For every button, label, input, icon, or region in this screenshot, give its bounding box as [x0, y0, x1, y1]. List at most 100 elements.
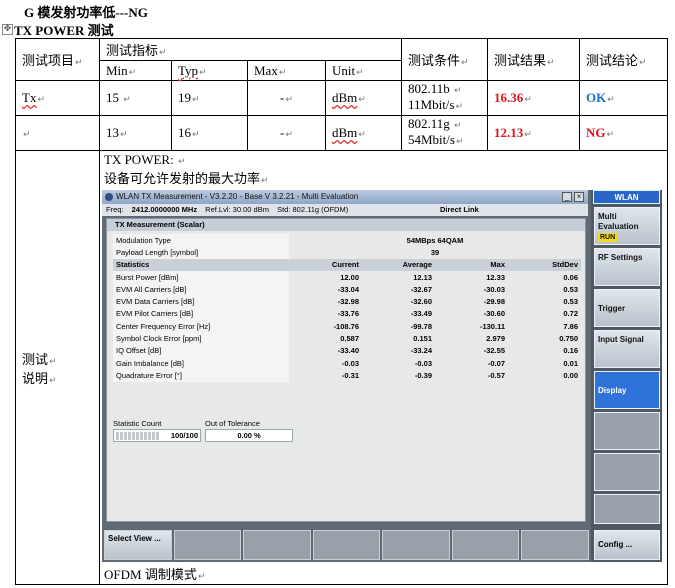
cell-unit: dBm↵ [325, 80, 402, 116]
minimize-icon[interactable]: _ [562, 192, 572, 202]
progress-segment [148, 431, 151, 440]
input-signal-button[interactable]: Input Signal [594, 330, 660, 368]
measurement-label: Quadrature Error [°] [113, 369, 289, 382]
panel-title: TX Measurement (Scalar) [107, 219, 585, 231]
header-unit: Unit↵ [325, 60, 402, 81]
note-line-2: 设备可允许发射的最大功率↵ [104, 171, 269, 186]
blank-softkey[interactable] [521, 530, 590, 560]
display-button[interactable]: Display [594, 371, 660, 409]
cell-min: 13↵ [99, 115, 172, 151]
blank-softkey[interactable] [451, 530, 520, 560]
blank-softkey[interactable] [594, 412, 660, 450]
progress-segment [132, 431, 135, 440]
test-table: 测试项目↵ 测试指标↵ 测试条件↵ 测试结果↵ 测试结论↵ Min↵ Typ↵ … [15, 38, 668, 585]
measurement-row: EVM Pilot Carriers [dB] -33.76 -33.49 -30.6… [113, 307, 581, 321]
measurement-value: 0.72 [563, 309, 578, 319]
blank-softkey[interactable] [243, 530, 311, 560]
progress-segment [144, 431, 147, 440]
blank-softkey[interactable] [173, 530, 242, 560]
trigger-button[interactable]: Trigger [594, 289, 660, 327]
cell-item: ↵ [15, 115, 100, 151]
measurement-row: Symbol Clock Error [ppm] 0.587 0.151 2.979 0… [113, 332, 581, 345]
cell-condition: 802.11g ↵ 54Mbit/s↵ [401, 115, 488, 151]
measurement-value: -32.55 [483, 346, 505, 356]
standard: Std: 802.11g (OFDM) [277, 205, 349, 214]
cell-result: 12.13↵ [487, 115, 580, 151]
measurement-value: 7.86 [563, 321, 578, 331]
document-title: G 模发射功率低---NG [24, 5, 148, 20]
measurement-label: Symbol Clock Error [ppm] [113, 332, 289, 345]
cell-condition: 802.11b ↵ 11Mbit/s↵ [401, 80, 488, 116]
status-bar: Freq: 2412.0000000 MHz Ref.Lvl: 30.00 dB… [102, 204, 588, 216]
table-row: ↵ 13↵ 16↵ -↵ dBm↵ 802.11g ↵ 54Mbit/s↵ 12.… [15, 115, 668, 151]
statistic-count-label: Statistic Count [113, 419, 162, 428]
measurement-value: 0.151 [413, 334, 432, 344]
header-test-spec: 测试指标↵ [99, 38, 402, 61]
measurement-value: -108.76 [333, 321, 359, 331]
measurement-row: Center Frequency Error [Hz] -108.76 -99.78… [113, 320, 581, 333]
blank-softkey[interactable] [312, 530, 381, 560]
measurement-value: -0.07 [487, 358, 505, 368]
statistic-count-progress: 100/100 [113, 429, 201, 442]
note-label: 测试↵ 说明↵ [15, 150, 100, 585]
note-line-1: TX POWER: ↵ [104, 152, 186, 167]
cell-unit: dBm↵ [325, 115, 402, 151]
instrument-screenshot: WLAN TX Measurement - V3.2.20 - Base V 3… [102, 190, 662, 562]
statistic-area: Statistic Count Out of Tolerance 100/100 … [113, 419, 297, 442]
multi-evaluation-button[interactable]: Multi Evaluation RUN [594, 207, 660, 245]
blank-softkey[interactable] [382, 530, 450, 560]
measurement-value: -29.98 [483, 297, 505, 307]
rf-settings-button[interactable]: RF Settings [594, 248, 660, 286]
cell-typ: 19↵ [171, 80, 248, 116]
close-icon[interactable]: × [574, 192, 584, 202]
measurement-value: 12.33 [486, 272, 505, 282]
measurement-panel: TX Measurement (Scalar) Modulation Type … [106, 218, 586, 522]
measurement-row: IQ Offset [dB] -33.40 -33.24 -32.55 0.16 [113, 344, 581, 357]
cell-max: -↵ [247, 115, 326, 151]
cell-result: 16.36↵ [487, 80, 580, 116]
header-test-condition: 测试条件↵ [401, 38, 488, 81]
table-row: Tx↵ 15 ↵ 19↵ -↵ dBm↵ 802.11b ↵ 11Mbit/s↵ … [15, 80, 668, 116]
measurement-label: EVM Pilot Carriers [dB] [113, 307, 289, 321]
cell-typ: 16↵ [171, 115, 248, 151]
note-footer: OFDM 调制模式↵ [104, 567, 206, 582]
measurement-value: 0.587 [340, 334, 359, 344]
measurement-value: -0.31 [341, 370, 359, 380]
stats-header: Statistics Current Average Max StdDev [113, 258, 581, 271]
measurement-label: Gain Imbalance [dB] [113, 356, 289, 370]
measurement-value: 0.53 [563, 284, 578, 294]
payload-label: Payload Length [symbol] [113, 246, 289, 259]
header-max: Max↵ [247, 60, 326, 81]
measurement-value: 0.01 [563, 358, 578, 368]
measurement-label: EVM Data Carriers [dB] [113, 295, 289, 308]
blank-softkey[interactable] [594, 494, 660, 524]
config-button[interactable]: Config ... [594, 530, 660, 560]
measurement-label: Burst Power [dBm] [113, 270, 289, 284]
modulation-value: 54MBps 64QAM [406, 235, 464, 245]
window-title-bar: WLAN TX Measurement - V3.2.20 - Base V 3… [102, 190, 588, 204]
out-of-tolerance-value: 0.00 % [205, 429, 293, 442]
progress-segment [140, 431, 143, 440]
measurement-row: EVM Data Carriers [dB] -32.98 -32.60 -29.98… [113, 295, 581, 308]
cell-conclusion: NG↵ [579, 115, 668, 151]
window-title: WLAN TX Measurement - V3.2.20 - Base V 3… [116, 192, 359, 201]
progress-segment [116, 431, 119, 440]
select-view-button[interactable]: Select View ... [104, 530, 172, 560]
measurement-value: -33.04 [337, 284, 359, 294]
measurement-value: 0.06 [563, 272, 578, 282]
header-test-result: 测试结果↵ [487, 38, 580, 81]
blank-softkey[interactable] [594, 453, 660, 491]
cell-min: 15 ↵ [99, 80, 172, 116]
cell-item: Tx↵ [15, 80, 100, 116]
measurement-value: -30.60 [483, 309, 505, 319]
move-anchor-icon[interactable]: ✥ [2, 24, 13, 35]
measurement-value: -32.60 [410, 297, 432, 307]
header-test-conclusion: 测试结论↵ [579, 38, 668, 81]
progress-segment [120, 431, 123, 440]
measurement-value: -0.57 [487, 370, 505, 380]
measurement-value: -130.11 [479, 321, 505, 331]
measurement-row: Quadrature Error [°] -0.31 -0.39 -0.57 0.00 [113, 369, 581, 382]
run-badge: RUN [598, 233, 618, 242]
measurement-value: -0.03 [414, 358, 432, 368]
measurement-value: 0.00 [563, 370, 578, 380]
